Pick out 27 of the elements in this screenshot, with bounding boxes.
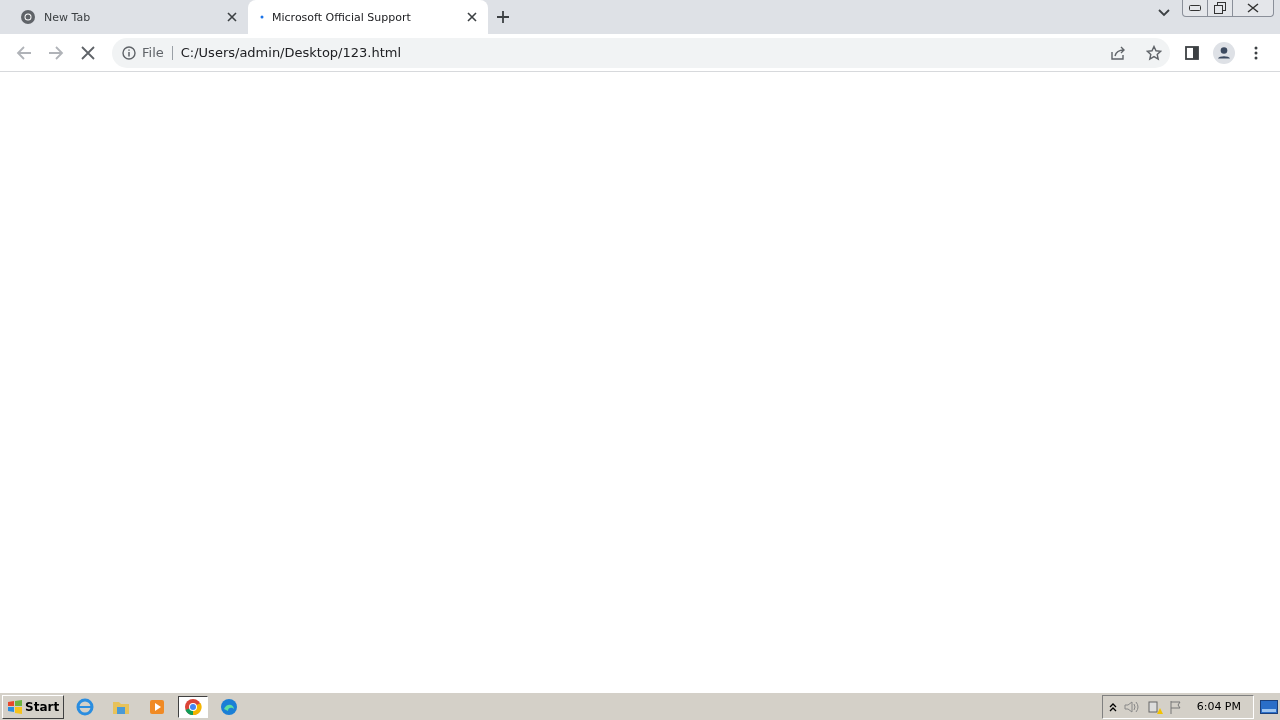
browser-icon[interactable] bbox=[184, 697, 203, 716]
wave-icon[interactable] bbox=[220, 697, 239, 716]
info-icon[interactable] bbox=[122, 45, 136, 60]
chevron-down-icon[interactable] bbox=[1158, 9, 1170, 17]
scheme-label: File bbox=[142, 45, 173, 60]
restore-icon[interactable] bbox=[1214, 2, 1226, 14]
stop-icon[interactable] bbox=[81, 45, 95, 60]
taskbar-button[interactable] bbox=[178, 695, 209, 718]
close-icon[interactable] bbox=[1247, 3, 1259, 13]
star-icon[interactable] bbox=[1146, 44, 1162, 61]
address-bar[interactable]: File C:/Users/admin/Desktop/123.html bbox=[112, 37, 1170, 68]
browser-tab[interactable]: Microsoft Official Support bbox=[248, 0, 488, 34]
clock[interactable]: 6:04 PM bbox=[1196, 700, 1241, 713]
menu-icon[interactable] bbox=[1254, 45, 1258, 60]
start-button[interactable]: Start bbox=[2, 694, 65, 719]
windows-logo-icon bbox=[7, 699, 23, 714]
chevron-up-icon[interactable] bbox=[1108, 701, 1117, 712]
share-icon[interactable] bbox=[1110, 44, 1126, 61]
show-desktop-icon[interactable] bbox=[1260, 699, 1278, 714]
url-text: C:/Users/admin/Desktop/123.html bbox=[179, 45, 403, 60]
close-icon[interactable] bbox=[466, 11, 478, 23]
browser-tab[interactable]: New Tab bbox=[8, 0, 248, 34]
plus-icon[interactable] bbox=[496, 10, 510, 24]
close-icon[interactable] bbox=[226, 11, 238, 23]
side-panel-icon[interactable] bbox=[1185, 45, 1199, 60]
profile-icon[interactable] bbox=[1213, 41, 1235, 64]
minimize-icon[interactable] bbox=[1189, 5, 1201, 11]
